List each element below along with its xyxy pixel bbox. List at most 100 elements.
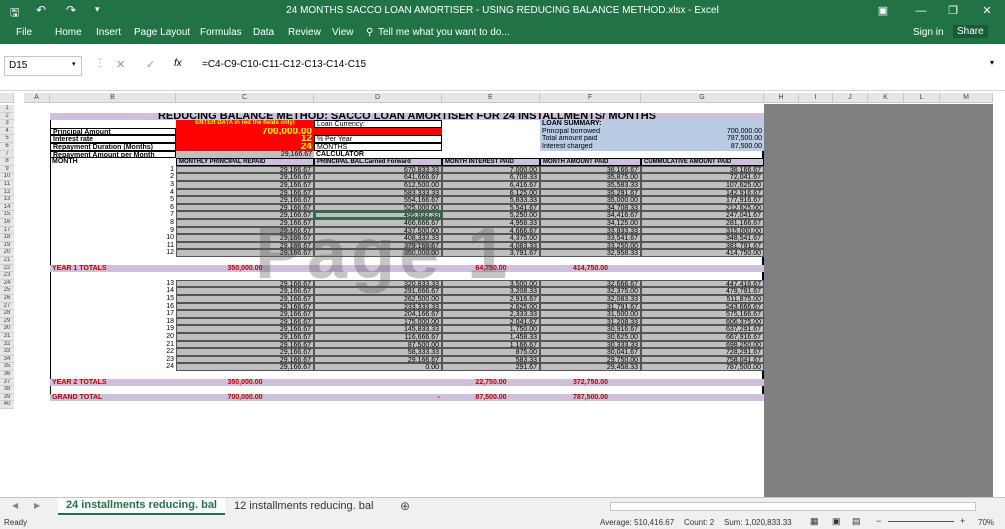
table-cell[interactable]: 29,750.00 <box>540 355 641 364</box>
column-header-I[interactable]: I <box>799 93 833 103</box>
month-number[interactable]: 4 <box>50 189 176 197</box>
table-cell[interactable]: 29,166.67 <box>176 310 314 318</box>
row-header[interactable]: 12 <box>0 188 14 197</box>
table-cell[interactable]: 175,000.00 <box>314 317 442 326</box>
tab-scroll-right-icon[interactable]: ▶ <box>34 501 40 510</box>
row-header[interactable]: 4 <box>0 127 14 136</box>
row-header[interactable]: 10 <box>0 173 14 181</box>
column-heading[interactable]: MONTHLY PRINCIPAL REPAID <box>176 158 314 166</box>
table-cell[interactable]: 875.00 <box>442 348 540 356</box>
table-cell[interactable]: 447,416.67 <box>641 279 764 288</box>
row-header[interactable]: 14 <box>0 203 14 212</box>
formula-input[interactable]: =C4-C9-C10-C11-C12-C13-C14-C15 <box>198 56 993 76</box>
row-header[interactable]: 32 <box>0 340 14 349</box>
month-number[interactable]: 11 <box>50 242 176 250</box>
page-layout-view-icon[interactable]: ▣ <box>832 516 841 527</box>
table-cell[interactable]: 35,291.67 <box>540 188 641 197</box>
month-number[interactable]: 9 <box>50 227 176 235</box>
table-cell[interactable]: 36,166.67 <box>641 165 764 174</box>
table-cell[interactable]: 29,166.67 <box>176 325 314 333</box>
month-number[interactable]: 15 <box>50 295 176 303</box>
sheet-title[interactable]: REDUCING BALANCE METHOD: SACCO LOAN AMOR… <box>50 112 764 121</box>
table-cell[interactable]: 34,708.33 <box>540 203 641 212</box>
table-cell[interactable]: 29,166.67 <box>176 340 314 349</box>
grand-total-amount[interactable]: 787,500.00 <box>540 393 641 402</box>
table-cell[interactable]: 33,833.33 <box>540 226 641 235</box>
table-cell[interactable]: 142,916.67 <box>641 188 764 197</box>
column-header-G[interactable]: G <box>641 93 764 103</box>
month-number[interactable]: 6 <box>50 204 176 212</box>
column-header-F[interactable]: F <box>540 93 641 103</box>
tell-me-box[interactable]: Tell me what you want to do... <box>378 27 510 38</box>
month-number[interactable]: 16 <box>50 303 176 311</box>
table-cell[interactable]: 6,125.00 <box>442 188 540 197</box>
grand-total-label[interactable]: GRAND TOTAL <box>50 393 176 402</box>
row-header[interactable]: 17 <box>0 226 14 235</box>
row-header[interactable]: 21 <box>0 257 14 265</box>
table-cell[interactable]: 414,750.00 <box>641 249 764 257</box>
table-cell[interactable]: 262,500.00 <box>314 295 442 303</box>
totals-interest[interactable]: 22,750.00 <box>442 378 540 387</box>
row-header[interactable]: 34 <box>0 355 14 364</box>
table-cell[interactable]: 31,500.00 <box>540 310 641 318</box>
row-header[interactable]: 5 <box>0 135 14 143</box>
month-number[interactable]: 21 <box>50 341 176 349</box>
row-header[interactable]: 33 <box>0 348 14 356</box>
table-cell[interactable]: 2,333.33 <box>442 310 540 318</box>
table-cell[interactable]: 35,875.00 <box>540 173 641 181</box>
table-cell[interactable]: 575,166.67 <box>641 310 764 318</box>
summary-label[interactable]: Total amount paid <box>540 135 641 143</box>
month-number[interactable]: 1 <box>50 166 176 174</box>
table-cell[interactable]: 381,791.67 <box>641 241 764 250</box>
table-cell[interactable]: 107,625.00 <box>641 181 764 189</box>
tab-file[interactable]: File <box>16 27 32 38</box>
table-cell[interactable]: 29,166.67 <box>176 181 314 189</box>
totals-label[interactable]: YEAR 1 TOTALS <box>50 264 176 273</box>
table-cell[interactable]: 116,666.67 <box>314 333 442 341</box>
row-header[interactable]: 28 <box>0 310 14 318</box>
table-cell[interactable]: 32,666.67 <box>540 279 641 288</box>
sign-in-link[interactable]: Sign in <box>913 27 944 38</box>
row-header[interactable]: 27 <box>0 302 14 311</box>
table-cell[interactable]: 31,791.67 <box>540 302 641 311</box>
table-cell[interactable]: 6,708.33 <box>442 173 540 181</box>
table-cell[interactable]: 2,041.67 <box>442 317 540 326</box>
table-cell[interactable]: 29,166.67 <box>176 188 314 197</box>
table-cell[interactable]: 6,416.67 <box>442 181 540 189</box>
table-cell[interactable]: 758,041.67 <box>641 355 764 364</box>
table-cell[interactable]: 72,041.67 <box>641 173 764 181</box>
table-cell[interactable]: 1,750.00 <box>442 325 540 333</box>
insert-function-icon[interactable]: fx <box>174 58 182 69</box>
duration-label[interactable]: Repayment Duration (Months) <box>50 143 176 151</box>
totals-cumulative[interactable] <box>641 264 764 273</box>
row-header[interactable]: 39 <box>0 393 14 402</box>
table-cell[interactable]: 29,166.67 <box>176 203 314 212</box>
table-cell[interactable]: 1,458.33 <box>442 333 540 341</box>
row-header[interactable]: 35 <box>0 363 14 371</box>
row-header[interactable]: 31 <box>0 333 14 341</box>
table-cell[interactable]: 32,958.33 <box>540 249 641 257</box>
table-cell[interactable]: 583.33 <box>442 355 540 364</box>
table-cell[interactable]: 281,166.67 <box>641 219 764 227</box>
column-heading[interactable]: PRINCIPAL BAL.Carried Forward <box>314 158 442 166</box>
expand-formula-icon[interactable]: ▾ <box>990 58 994 67</box>
table-cell[interactable]: 33,541.67 <box>540 234 641 242</box>
table-cell[interactable]: 204,166.67 <box>314 310 442 318</box>
worksheet-grid[interactable]: A B C D E F G H I J K L M 1 2 3 4 5 6 7 8 9 10 11 12 13 14 15 16 17 18… <box>0 93 993 499</box>
row-header[interactable]: 16 <box>0 219 14 227</box>
row-header[interactable]: 40 <box>0 401 14 409</box>
table-cell[interactable]: 2,916.67 <box>442 295 540 303</box>
column-heading[interactable]: MONTH AMOUNT PAID <box>540 158 641 166</box>
cancel-icon[interactable]: ✕ <box>116 58 125 71</box>
zoom-slider[interactable] <box>888 521 954 522</box>
row-header[interactable]: 2 <box>0 112 14 121</box>
enter-icon[interactable]: ✓ <box>146 58 155 71</box>
totals-balance[interactable] <box>314 378 442 387</box>
table-cell[interactable]: 698,250.00 <box>641 340 764 349</box>
tab-scroll-left-icon[interactable]: ◀ <box>12 501 18 510</box>
table-cell[interactable]: 5,541.67 <box>442 203 540 212</box>
table-cell[interactable]: 32,375.00 <box>540 287 641 295</box>
table-cell[interactable]: 36,166.67 <box>540 165 641 174</box>
row-header[interactable]: 9 <box>0 165 14 174</box>
sheet-tab[interactable]: 12 installments reducing. bal <box>226 498 381 515</box>
